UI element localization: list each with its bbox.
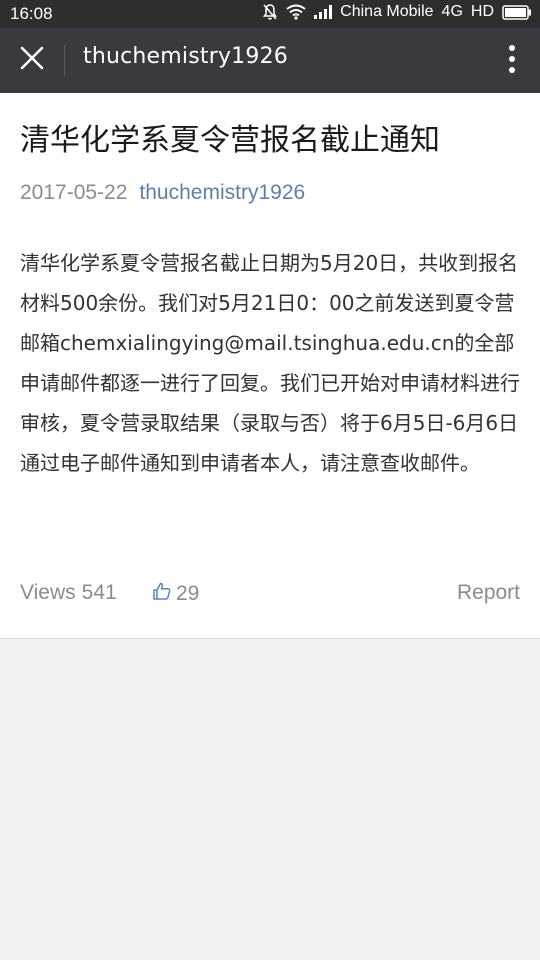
thumbs-up-icon	[152, 581, 172, 607]
article-card: 清华化学系夏令营报名截止通知 2017-05-22 thuchemistry19…	[0, 93, 540, 639]
signal-icon	[314, 5, 333, 19]
status-icons: China Mobile 4G HD	[262, 3, 532, 21]
hd-label: HD	[470, 3, 494, 20]
close-button[interactable]	[12, 40, 52, 80]
app-bar-title: thuchemistry1926	[83, 44, 288, 69]
network-label: 4G	[441, 3, 463, 20]
like-button[interactable]: 29	[152, 581, 199, 607]
app-bar: thuchemistry1926	[0, 28, 540, 93]
views-count: 541	[81, 581, 117, 604]
status-time: 16:08	[10, 4, 53, 23]
report-link[interactable]: Report	[457, 581, 520, 605]
wifi-icon	[286, 4, 306, 20]
carrier-label: China Mobile	[340, 3, 434, 20]
article-author-link[interactable]: thuchemistry1926	[139, 179, 305, 207]
article-title: 清华化学系夏令营报名截止通知	[20, 123, 440, 158]
views-label: Views	[20, 581, 76, 604]
status-bar: 16:08 China Mobile 4G HD	[0, 0, 540, 28]
likes-count: 29	[176, 582, 200, 605]
article-meta: 2017-05-22 thuchemistry1926	[20, 179, 305, 207]
article-body: 清华化学系夏令营报名截止日期为5月20日，共收到报名材料500余份。我们对5月2…	[20, 251, 520, 475]
battery-icon	[502, 4, 532, 20]
bell-off-icon	[262, 3, 278, 21]
article-footer: Views 541 29 Report	[20, 581, 520, 611]
close-icon	[20, 46, 44, 74]
article-date: 2017-05-22	[20, 181, 128, 204]
more-vertical-icon	[508, 44, 516, 78]
more-button[interactable]	[502, 42, 522, 80]
views-counter: Views 541	[20, 581, 117, 605]
app-bar-divider	[64, 45, 65, 76]
